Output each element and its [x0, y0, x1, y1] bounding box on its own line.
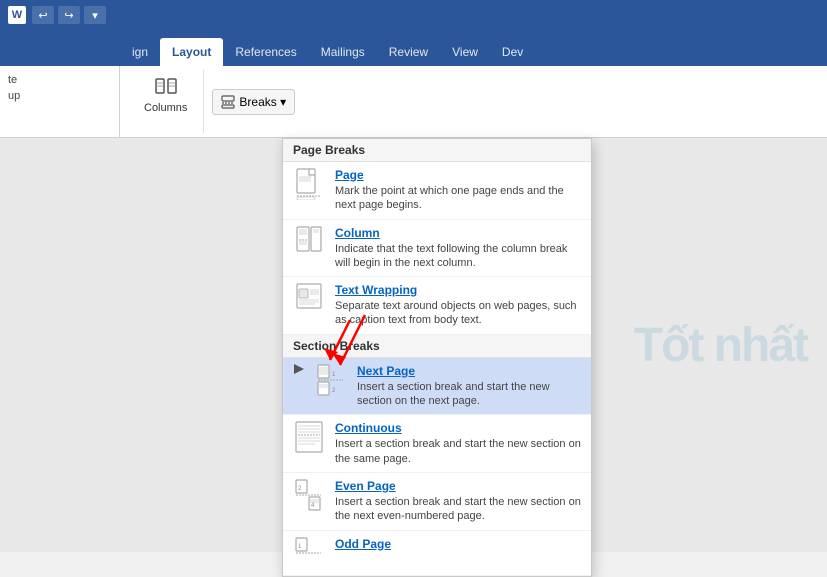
- columns-icon: [154, 76, 178, 100]
- break-nextpage-desc: Insert a section break and start the new…: [357, 380, 581, 409]
- customize-qa-button[interactable]: ▾: [84, 6, 106, 24]
- break-textwrap-title: Text Wrapping: [335, 283, 581, 297]
- break-column-desc: Indicate that the text following the col…: [335, 242, 581, 271]
- partial-group-label: up: [8, 90, 20, 102]
- ribbon-partial-left: te up: [0, 66, 120, 137]
- tab-design[interactable]: ign: [120, 38, 160, 66]
- break-textwrap-item[interactable]: Text Wrapping Separate text around objec…: [283, 277, 591, 335]
- quick-access-toolbar: ↩ ↪ ▾: [32, 6, 106, 24]
- break-textwrap-desc: Separate text around objects on web page…: [335, 299, 581, 328]
- break-nextpage-icon: 1 2: [315, 364, 347, 396]
- tab-review[interactable]: Review: [377, 38, 440, 66]
- tab-layout[interactable]: Layout: [160, 38, 223, 66]
- tab-view[interactable]: View: [440, 38, 490, 66]
- tab-references[interactable]: References: [223, 38, 308, 66]
- break-evenpage-title: Even Page: [335, 479, 581, 493]
- tab-developer[interactable]: Dev: [490, 38, 535, 66]
- break-continuous-title: Continuous: [335, 421, 581, 435]
- tab-mailings[interactable]: Mailings: [309, 38, 377, 66]
- break-continuous-icon: [293, 421, 325, 453]
- svg-text:1: 1: [332, 372, 336, 378]
- break-page-item[interactable]: Page Mark the point at which one page en…: [283, 162, 591, 220]
- breaks-button[interactable]: Breaks ▾: [212, 89, 295, 115]
- svg-text:2: 2: [332, 388, 336, 394]
- break-continuous-text: Continuous Insert a section break and st…: [335, 421, 581, 466]
- title-bar: W ↩ ↪ ▾: [0, 0, 827, 30]
- break-page-icon: [293, 168, 325, 200]
- breaks-icon: [221, 95, 235, 109]
- break-column-title: Column: [335, 226, 581, 240]
- doc-watermark: Tốt nhất: [634, 318, 807, 373]
- break-continuous-desc: Insert a section break and start the new…: [335, 437, 581, 466]
- break-oddpage-text: Odd Page: [335, 537, 581, 553]
- break-column-text: Column Indicate that the text following …: [335, 226, 581, 271]
- word-icon: W: [8, 6, 26, 24]
- break-evenpage-desc: Insert a section break and start the new…: [335, 495, 581, 524]
- break-nextpage-item[interactable]: 1 2 Next Page Insert a section break and…: [283, 358, 591, 416]
- break-page-desc: Mark the point at which one page ends an…: [335, 184, 581, 213]
- break-column-item[interactable]: Column Indicate that the text following …: [283, 220, 591, 278]
- partial-text-label: te: [8, 74, 20, 86]
- redo-button[interactable]: ↪: [58, 6, 80, 24]
- ribbon-group-breaks: Breaks ▾: [204, 70, 303, 133]
- break-nextpage-title: Next Page: [357, 364, 581, 378]
- ribbon-group-columns: Columns: [128, 70, 204, 133]
- columns-label: Columns: [144, 102, 187, 114]
- section-breaks-header: Section Breaks: [283, 335, 591, 358]
- ribbon: te up Columns: [0, 66, 827, 138]
- break-continuous-item[interactable]: Continuous Insert a section break and st…: [283, 415, 591, 473]
- breaks-dropdown-menu: Page Breaks Page Mark the point at which…: [282, 138, 592, 577]
- break-column-icon: [293, 226, 325, 258]
- break-oddpage-item[interactable]: 1 Odd Page: [283, 531, 591, 576]
- ribbon-tab-bar: ign Layout References Mailings Review Vi…: [0, 30, 827, 66]
- break-oddpage-icon: 1: [293, 537, 325, 569]
- break-oddpage-title: Odd Page: [335, 537, 581, 551]
- undo-button[interactable]: ↩: [32, 6, 54, 24]
- break-page-text: Page Mark the point at which one page en…: [335, 168, 581, 213]
- break-evenpage-icon: 2 4: [293, 479, 325, 511]
- break-evenpage-text: Even Page Insert a section break and sta…: [335, 479, 581, 524]
- break-textwrap-icon: [293, 283, 325, 315]
- selected-arrow-icon: [293, 364, 305, 374]
- break-page-title: Page: [335, 168, 581, 182]
- break-textwrap-text: Text Wrapping Separate text around objec…: [335, 283, 581, 328]
- page-breaks-header: Page Breaks: [283, 139, 591, 162]
- break-nextpage-text: Next Page Insert a section break and sta…: [357, 364, 581, 409]
- break-evenpage-item[interactable]: 2 4 Even Page Insert a section break and…: [283, 473, 591, 531]
- columns-button[interactable]: Columns: [138, 74, 193, 116]
- breaks-label: Breaks ▾: [239, 95, 286, 109]
